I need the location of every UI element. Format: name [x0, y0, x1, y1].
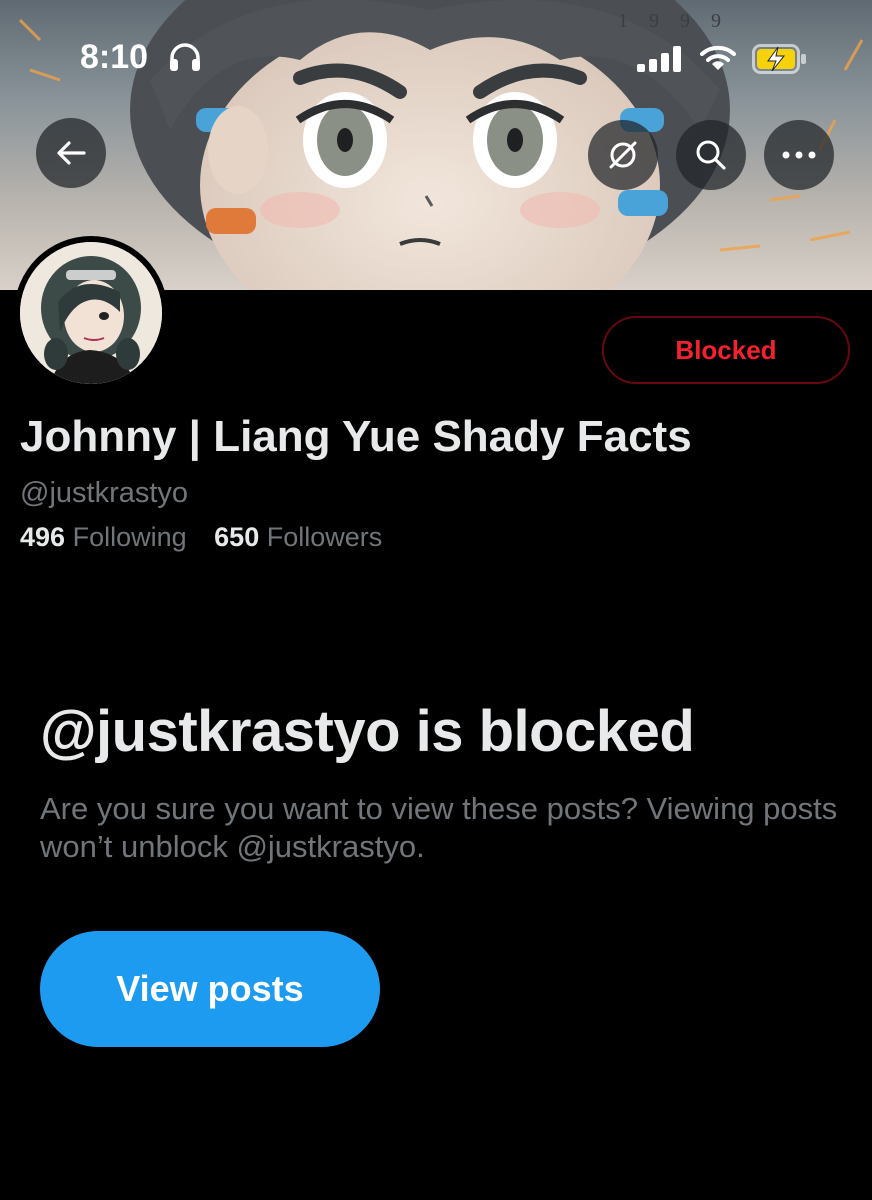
headphones-icon — [170, 43, 200, 71]
profile-stats: 496 Following 650 Followers — [20, 522, 382, 553]
battery-charging-icon — [752, 44, 806, 74]
following-count: 496 — [20, 522, 66, 552]
followers-count: 650 — [214, 522, 260, 552]
blocked-notice-title: @justkrastyo is blocked — [40, 699, 695, 764]
view-posts-button[interactable]: View posts — [40, 931, 380, 1047]
back-button[interactable] — [36, 118, 106, 188]
search-icon — [696, 140, 726, 170]
more-options-button[interactable] — [764, 120, 834, 190]
followers-label: Followers — [266, 522, 383, 552]
following-label: Following — [72, 522, 187, 552]
status-bar: 8:10 — [0, 0, 872, 110]
translate-icon — [609, 141, 637, 169]
translate-button[interactable] — [588, 120, 658, 190]
display-name: Johnny | Liang Yue Shady Facts — [20, 412, 692, 461]
more-horizontal-icon — [782, 151, 816, 159]
profile-handle: @justkrastyo — [20, 477, 189, 509]
followers-stat[interactable]: 650 Followers — [214, 522, 382, 553]
arrow-left-icon — [57, 141, 86, 165]
following-stat[interactable]: 496 Following — [20, 522, 187, 553]
blocked-button[interactable]: Blocked — [602, 316, 850, 384]
wifi-icon — [700, 45, 736, 70]
search-button[interactable] — [676, 120, 746, 190]
cellular-signal-icon — [637, 46, 681, 72]
profile-avatar[interactable] — [14, 236, 168, 390]
blocked-notice-description: Are you sure you want to view these post… — [40, 791, 838, 864]
status-time: 8:10 — [80, 38, 149, 76]
avatar-image — [20, 242, 162, 384]
